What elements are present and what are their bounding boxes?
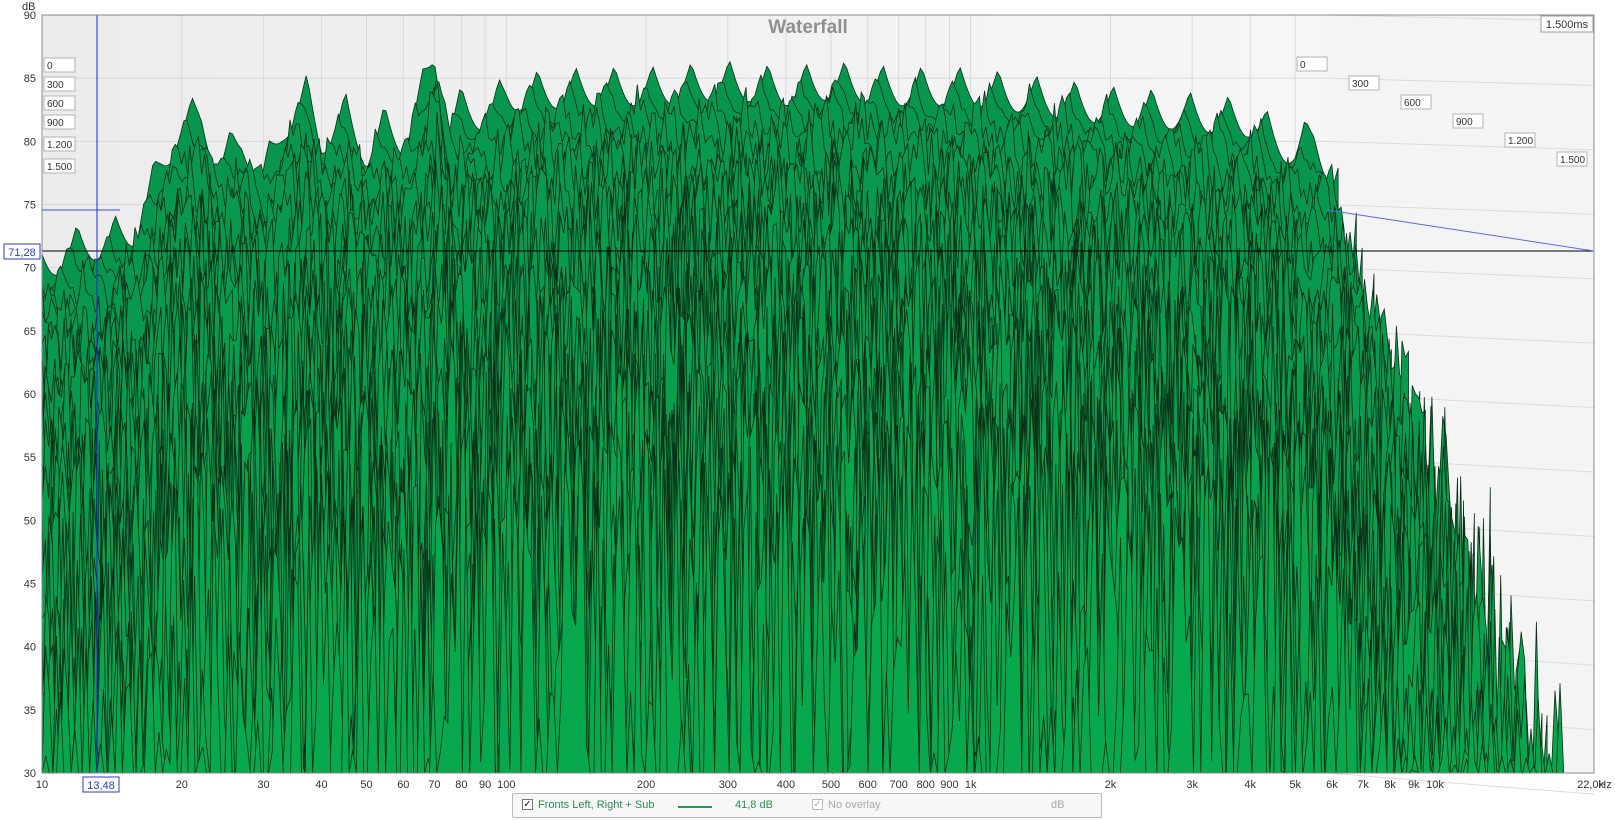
y-tick-label: 80 bbox=[24, 136, 36, 148]
x-tick-label: 9k bbox=[1408, 779, 1420, 791]
y-tick-label: 45 bbox=[24, 579, 36, 591]
x-tick-label: 6k bbox=[1326, 779, 1338, 791]
time-slice-label-right: 1.500 bbox=[1560, 155, 1585, 166]
x-tick-label: 40 bbox=[315, 779, 327, 791]
x-axis: 10 20 30 40 50 60 70 80 90 100 200 300 400 500 600 700 8… bbox=[36, 779, 1605, 791]
time-slice-label-left: 1.200 bbox=[47, 140, 72, 151]
x-tick-label: 10 bbox=[36, 779, 48, 791]
x-tick-label: 10k bbox=[1426, 779, 1444, 791]
x-axis-unit: Hz bbox=[1598, 779, 1611, 791]
x-tick-label: 5k bbox=[1289, 779, 1301, 791]
x-tick-label: 30 bbox=[257, 779, 269, 791]
time-slice-label-right: 300 bbox=[1352, 79, 1369, 90]
overlay-checkbox[interactable]: ✓ bbox=[812, 799, 823, 810]
overlay-label: No overlay bbox=[828, 799, 881, 811]
x-tick-label: 800 bbox=[916, 779, 934, 791]
x-tick-label: 7k bbox=[1357, 779, 1369, 791]
x-tick-label: 90 bbox=[479, 779, 491, 791]
time-slice-label-right: 600 bbox=[1404, 98, 1421, 109]
y-tick-label: 75 bbox=[24, 200, 36, 212]
x-tick-label: 4k bbox=[1244, 779, 1256, 791]
y-tick-label: 85 bbox=[24, 73, 36, 85]
x-tick-label: 300 bbox=[719, 779, 737, 791]
x-tick-label: 8k bbox=[1384, 779, 1396, 791]
y-tick-label: 50 bbox=[24, 515, 36, 527]
y-tick-label: 30 bbox=[24, 768, 36, 780]
x-tick-label: 100 bbox=[497, 779, 515, 791]
time-slice-label-left: 0 bbox=[47, 61, 53, 72]
time-span-label: 1.500ms bbox=[1546, 19, 1589, 31]
cursor-y-readout: 71,28 bbox=[8, 247, 36, 259]
cursor-x-readout: 13,48 bbox=[87, 780, 115, 792]
x-tick-label: 80 bbox=[455, 779, 467, 791]
y-tick-label: 35 bbox=[24, 705, 36, 717]
legend-bar: ✓ Fronts Left, Right + Sub 41,8 dB ✓ No … bbox=[512, 793, 1102, 818]
x-tick-label: 600 bbox=[858, 779, 876, 791]
time-slice-label-right: 900 bbox=[1456, 117, 1473, 128]
x-tick-label: 60 bbox=[397, 779, 409, 791]
y-tick-label: 70 bbox=[24, 263, 36, 275]
x-tick-label: 20 bbox=[176, 779, 188, 791]
x-tick-label: 700 bbox=[890, 779, 908, 791]
time-slice-label-left: 1.500 bbox=[47, 162, 72, 173]
time-slice-label-right: 1.200 bbox=[1508, 136, 1533, 147]
waterfall-chart: 30 35 40 45 50 55 60 65 70 75 80 85 90 10 20 30 40 50 60 7… bbox=[3, 1, 1612, 795]
series-name: Fronts Left, Right + Sub bbox=[538, 799, 655, 811]
series-swatch bbox=[678, 806, 712, 808]
chart-title: Waterfall bbox=[768, 17, 848, 38]
x-tick-label: 3k bbox=[1186, 779, 1198, 791]
time-slice-label-left: 900 bbox=[47, 118, 64, 129]
y-tick-label: 40 bbox=[24, 642, 36, 654]
x-tick-label: 900 bbox=[940, 779, 958, 791]
y-tick-label: 55 bbox=[24, 452, 36, 464]
x-tick-label: 50 bbox=[360, 779, 372, 791]
series-value: 41,8 dB bbox=[735, 799, 773, 811]
x-tick-label: 1k bbox=[965, 779, 977, 791]
x-tick-label: 70 bbox=[428, 779, 440, 791]
x-tick-label: 200 bbox=[637, 779, 655, 791]
y-tick-label: 60 bbox=[24, 389, 36, 401]
x-tick-label: 500 bbox=[822, 779, 840, 791]
y-axis-unit: dB bbox=[22, 1, 35, 13]
time-slice-label-left: 600 bbox=[47, 99, 64, 110]
series-checkbox[interactable]: ✓ bbox=[522, 799, 533, 810]
x-tick-label: 400 bbox=[777, 779, 795, 791]
time-slice-label-right: 0 bbox=[1300, 60, 1306, 71]
time-slice-label-left: 300 bbox=[47, 80, 64, 91]
y-axis: 30354045505560657075808590 bbox=[24, 10, 36, 780]
x-tick-label: 2k bbox=[1105, 779, 1117, 791]
y-tick-label: 65 bbox=[24, 326, 36, 338]
overlay-unit: dB bbox=[1051, 799, 1065, 811]
